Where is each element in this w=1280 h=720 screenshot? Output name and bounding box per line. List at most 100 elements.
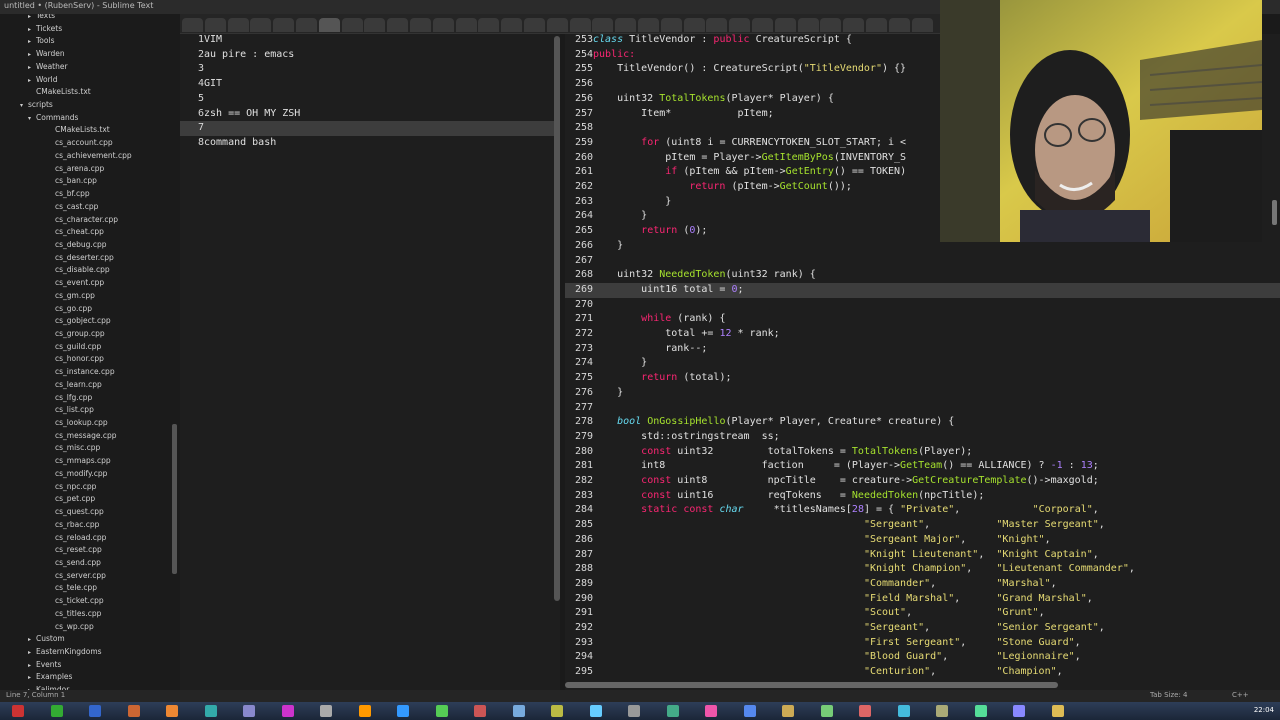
taskbar-app-icon[interactable] <box>705 705 717 717</box>
sidebar-item[interactable]: cs_reload.cpp <box>55 533 106 546</box>
sidebar-item[interactable]: ▸ Weather <box>28 62 68 75</box>
folder-expanded-icon[interactable]: ▾ <box>20 102 28 109</box>
taskbar-app-icon[interactable] <box>974 705 987 717</box>
code-line[interactable]: 281 int8 faction = (Player->GetTeam() ==… <box>565 459 1099 474</box>
sidebar-item[interactable]: cs_titles.cpp <box>55 609 101 622</box>
folder-collapsed-icon[interactable]: ▸ <box>28 51 36 58</box>
editor-tab[interactable] <box>752 18 773 32</box>
left-editor-pane[interactable]: 1VIM 2au pire : emacs 3 4GIT 5 6zsh == OH MY … <box>180 34 560 690</box>
code-line[interactable]: 256 <box>565 77 593 92</box>
sidebar-item[interactable]: cs_gobject.cpp <box>55 316 111 329</box>
sidebar-item[interactable]: cs_gm.cpp <box>55 291 95 304</box>
taskbar-app-icon[interactable] <box>1051 705 1064 717</box>
code-line[interactable]: 280 const uint32 totalTokens = TotalToke… <box>565 445 972 460</box>
sidebar-item[interactable]: cs_learn.cpp <box>55 380 102 393</box>
taskbar-app-icon[interactable] <box>743 705 756 717</box>
taskbar-app-icon[interactable] <box>358 705 371 717</box>
sidebar-item[interactable]: cs_bf.cpp <box>55 189 90 202</box>
syntax-mode[interactable]: C++ <box>1232 691 1249 699</box>
sidebar-item[interactable]: ▸ Warden <box>28 49 65 62</box>
sidebar-item[interactable]: cs_wp.cpp <box>55 622 94 635</box>
code-line[interactable]: 266 } <box>565 239 623 254</box>
sidebar-item[interactable]: cs_reset.cpp <box>55 545 102 558</box>
code-line[interactable]: 277 <box>565 401 593 416</box>
editor-tab[interactable] <box>501 18 523 32</box>
editor-tab[interactable] <box>843 18 865 32</box>
editor-tab[interactable] <box>683 18 705 32</box>
sidebar-item[interactable]: ▸ Examples <box>28 672 72 685</box>
folder-collapsed-icon[interactable]: ▸ <box>28 38 36 45</box>
code-line[interactable]: 292 "Sergeant", "Senior Sergeant", <box>565 621 1105 636</box>
code-line[interactable]: 282 const uint8 npcTitle = creature->Get… <box>565 474 1099 489</box>
sidebar-item[interactable]: cs_account.cpp <box>55 138 113 151</box>
code-line[interactable]: 289 "Commander", "Marshal", <box>565 577 1057 592</box>
code-line[interactable]: 286 "Sergeant Major", "Knight", <box>565 533 1051 548</box>
sidebar-item[interactable]: cs_misc.cpp <box>55 443 100 456</box>
taskbar-app-icon[interactable] <box>435 705 448 717</box>
sidebar-item[interactable]: ▸ Tickets <box>28 24 62 37</box>
editor-tab[interactable] <box>911 18 933 32</box>
taskbar-app-icon[interactable] <box>589 705 602 717</box>
sidebar-item[interactable]: cs_group.cpp <box>55 329 105 342</box>
code-line[interactable]: 265 return (0); <box>565 224 707 239</box>
code-line[interactable]: 279 std::ostringstream ss; <box>565 430 780 445</box>
sidebar-item[interactable]: ▸ Events <box>28 660 61 673</box>
code-line[interactable]: 268 uint32 NeededToken(uint32 rank) { <box>565 268 816 283</box>
editor-tab[interactable] <box>797 18 819 32</box>
code-line[interactable]: 1VIM <box>180 34 222 48</box>
code-line[interactable]: 288 "Knight Champion", "Lieutenant Comma… <box>565 562 1135 577</box>
code-line[interactable]: 258 <box>565 121 593 136</box>
sidebar-item[interactable]: cs_guild.cpp <box>55 342 101 355</box>
code-line[interactable]: 255 TitleVendor() : CreatureScript("Titl… <box>565 62 906 77</box>
sidebar-item[interactable]: cs_ban.cpp <box>55 176 97 189</box>
sidebar-file-tree[interactable]: ▸ Texts ▸ Tickets ▸ Tools ▸ Warden ▸ Weather ▸ Worl… <box>0 14 180 690</box>
editor-tab[interactable] <box>341 18 363 32</box>
editor-tab[interactable] <box>592 18 614 32</box>
taskbar-app-icon[interactable] <box>512 705 525 717</box>
code-line[interactable]: 290 "Field Marshal", "Grand Marshal", <box>565 592 1093 607</box>
sidebar-item[interactable]: cs_send.cpp <box>55 558 101 571</box>
sidebar-item[interactable]: cs_mmaps.cpp <box>55 456 111 469</box>
editor-tab[interactable] <box>455 18 477 32</box>
taskbar-app-icon[interactable] <box>551 705 563 717</box>
sidebar-item[interactable]: cs_modify.cpp <box>55 469 107 482</box>
sidebar-item[interactable]: ▸ World <box>28 75 58 88</box>
editor-tab[interactable] <box>387 18 409 32</box>
editor-tab[interactable] <box>706 18 728 32</box>
code-line[interactable]: 6zsh == OH MY ZSH <box>180 107 300 122</box>
sidebar-item[interactable]: cs_ticket.cpp <box>55 596 104 609</box>
folder-collapsed-icon[interactable]: ▸ <box>28 14 36 20</box>
sidebar-item[interactable]: CMakeLists.txt <box>36 87 91 100</box>
sidebar-item[interactable]: cs_disable.cpp <box>55 265 110 278</box>
code-line[interactable]: 5 <box>180 92 204 107</box>
code-line[interactable]: 7 <box>180 121 204 136</box>
taskbar-app-icon[interactable] <box>50 705 63 717</box>
taskbar-app-icon[interactable] <box>936 705 948 717</box>
sidebar-item[interactable]: cs_lfg.cpp <box>55 393 92 406</box>
sidebar-item[interactable]: cs_arena.cpp <box>55 164 104 177</box>
sidebar-item[interactable]: ▸ Texts <box>28 14 55 24</box>
code-line[interactable]: 293 "First Sergeant", "Stone Guard", <box>565 636 1081 651</box>
code-line[interactable]: 270 <box>565 298 593 313</box>
taskbar-app-icon[interactable] <box>243 705 255 717</box>
code-line[interactable]: 262 return (pItem->GetCount()); <box>565 180 852 195</box>
sidebar-item[interactable]: cs_tele.cpp <box>55 583 97 596</box>
editor-tab[interactable] <box>820 18 842 32</box>
sidebar-item[interactable]: cs_debug.cpp <box>55 240 106 253</box>
sidebar-item[interactable]: cs_rbac.cpp <box>55 520 99 533</box>
code-line[interactable]: 4GIT <box>180 77 222 92</box>
editor-tab[interactable] <box>774 18 796 32</box>
code-line[interactable]: 287 "Knight Lieutenant", "Knight Captain… <box>565 548 1099 563</box>
code-line[interactable]: 267 <box>565 254 593 269</box>
code-line[interactable]: 276 } <box>565 386 623 401</box>
sidebar-item[interactable]: cs_go.cpp <box>55 304 92 317</box>
editor-tab[interactable] <box>478 18 500 32</box>
sidebar-item[interactable]: cs_cast.cpp <box>55 202 98 215</box>
code-line[interactable]: 294 "Blood Guard", "Legionnaire", <box>565 650 1081 665</box>
taskbar-app-icon[interactable] <box>127 705 140 717</box>
sidebar-item[interactable]: cs_npc.cpp <box>55 482 96 495</box>
editor-tab[interactable] <box>660 18 682 32</box>
sidebar-item[interactable]: cs_server.cpp <box>55 571 106 584</box>
taskbar-app-icon[interactable] <box>859 705 871 717</box>
code-line[interactable]: 275 return (total); <box>565 371 732 386</box>
